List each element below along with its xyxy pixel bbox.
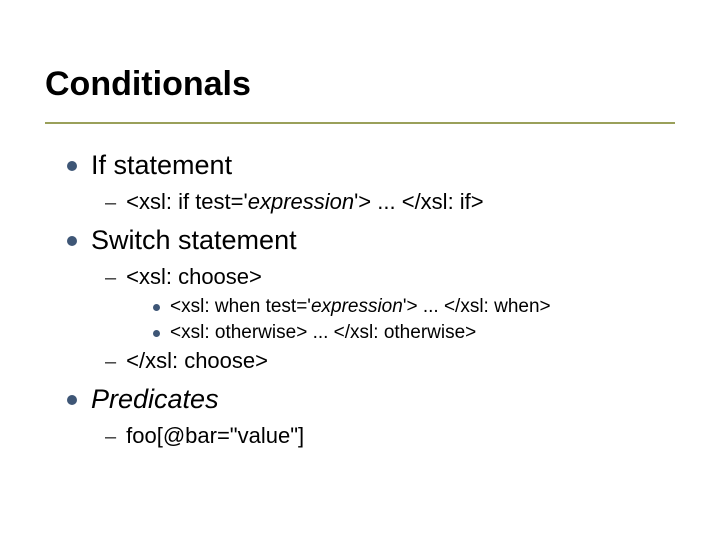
bullet-disc-icon — [153, 330, 160, 337]
code-suffix: '> ... </xsl: when> — [403, 296, 551, 317]
code-prefix: <xsl: when test=' — [170, 296, 311, 317]
code-expression: expression — [311, 296, 403, 317]
bullet-text: Switch statement — [91, 225, 297, 256]
bullet-xsl-if: – <xsl: if test='expression'> ... </xsl:… — [105, 189, 675, 215]
dash-icon: – — [105, 267, 116, 290]
bullet-xsl-choose-open: – <xsl: choose> — [105, 264, 675, 290]
dash-icon: – — [105, 192, 116, 215]
code-suffix: '> ... </xsl: if> — [354, 189, 484, 214]
code-expression: expression — [248, 189, 354, 214]
bullet-predicates: Predicates — [67, 384, 675, 415]
bullet-text: </xsl: choose> — [126, 348, 268, 374]
code-prefix: <xsl: if test=' — [126, 189, 248, 214]
bullet-text: Predicates — [91, 384, 219, 415]
bullet-xsl-choose-close: – </xsl: choose> — [105, 348, 675, 374]
bullet-text: <xsl: choose> — [126, 264, 262, 290]
bullet-switch-statement: Switch statement — [67, 225, 675, 256]
bullet-disc-icon — [67, 161, 77, 171]
bullet-text: If statement — [91, 150, 232, 181]
dash-icon: – — [105, 426, 116, 449]
bullet-text: foo[@bar="value"] — [126, 423, 304, 449]
bullet-if-statement: If statement — [67, 150, 675, 181]
bullet-disc-icon — [67, 236, 77, 246]
bullet-text: <xsl: when test='expression'> ... </xsl:… — [170, 296, 551, 318]
bullet-xsl-when: <xsl: when test='expression'> ... </xsl:… — [153, 296, 675, 318]
bullet-text: <xsl: otherwise> ... </xsl: otherwise> — [170, 322, 476, 344]
bullet-disc-icon — [153, 304, 160, 311]
dash-icon: – — [105, 351, 116, 374]
title-underline — [45, 122, 675, 124]
bullet-disc-icon — [67, 395, 77, 405]
bullet-text: <xsl: if test='expression'> ... </xsl: i… — [126, 189, 484, 215]
bullet-predicate-example: – foo[@bar="value"] — [105, 423, 675, 449]
page-title: Conditionals — [45, 65, 675, 104]
slide: Conditionals If statement – <xsl: if tes… — [0, 0, 720, 475]
bullet-xsl-otherwise: <xsl: otherwise> ... </xsl: otherwise> — [153, 322, 675, 344]
